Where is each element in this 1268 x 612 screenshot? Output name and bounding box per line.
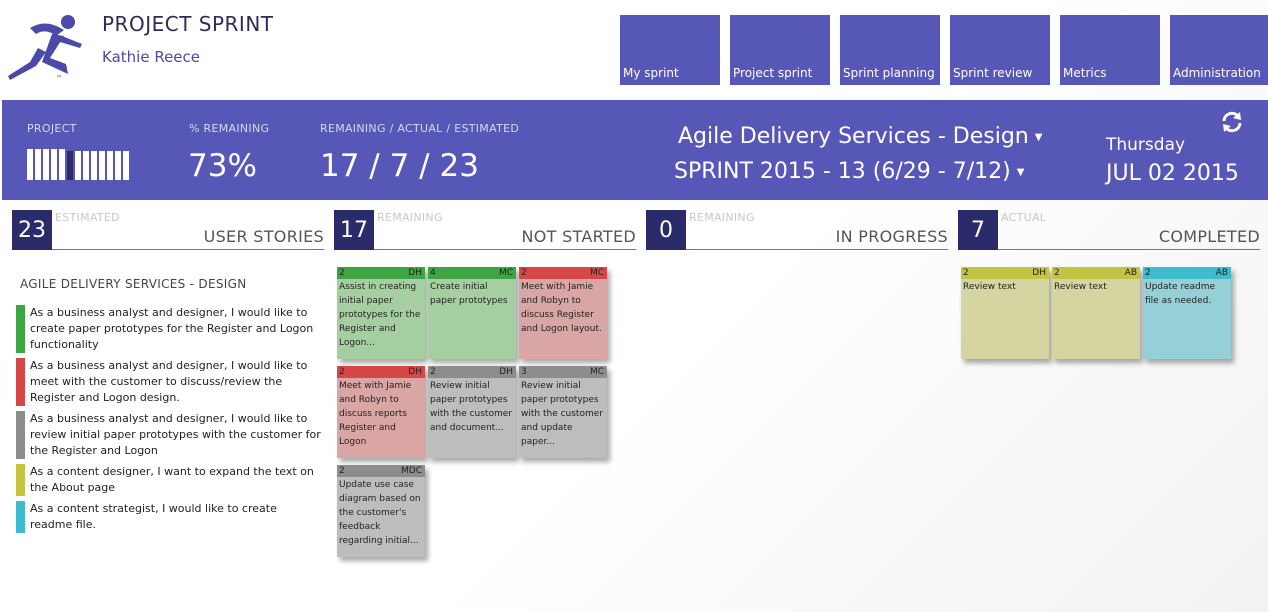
chevron-down-icon: ▼ <box>1016 166 1025 178</box>
task-owner: MDC <box>401 466 422 476</box>
task-points: 2 <box>339 367 345 377</box>
column-sub-label: REMAINING <box>689 211 755 224</box>
main-nav: My sprint Project sprint Sprint planning… <box>620 15 1268 85</box>
refresh-icon[interactable] <box>1220 110 1244 134</box>
story-color-bar <box>16 464 25 496</box>
story-item[interactable]: As a business analyst and designer, I wo… <box>16 305 321 353</box>
task-card[interactable]: 2 AB Review text <box>1052 267 1140 359</box>
task-owner: AB <box>1215 268 1228 278</box>
column-title: COMPLETED <box>1158 227 1260 246</box>
task-text: Review text <box>963 282 1016 292</box>
task-card[interactable]: 2 DH Review text <box>961 267 1049 359</box>
story-text: As a business analyst and designer, I wo… <box>30 359 308 404</box>
task-owner: MC <box>498 268 513 278</box>
story-text: As a content strategist, I would like to… <box>30 502 277 531</box>
task-points: 2 <box>1145 268 1151 278</box>
project-name: Agile Delivery Services - Design <box>678 124 1029 149</box>
sprint-selector[interactable]: SPRINT 2015 - 13 (6/29 - 7/12) ▼ <box>674 159 1024 184</box>
task-card[interactable]: 4 MC Create initial paper prototypes <box>428 267 516 359</box>
story-text: As a content designer, I want to expand … <box>30 465 314 494</box>
task-points: 2 <box>430 367 436 377</box>
runner-logo: ™ <box>8 15 82 82</box>
user-name[interactable]: Kathie Reece <box>102 48 200 66</box>
current-date: JUL 02 2015 <box>1106 161 1239 186</box>
task-card[interactable]: 2 DH Review initial paper prototypes with… <box>428 366 516 458</box>
story-item[interactable]: As a content strategist, I would like to… <box>16 501 321 533</box>
story-text: As a business analyst and designer, I wo… <box>30 306 314 351</box>
column-sub-label: ACTUAL <box>1001 211 1047 224</box>
nav-my-sprint[interactable]: My sprint <box>620 15 720 85</box>
task-text: Review initial paper prototypes with the… <box>430 381 512 433</box>
column-not-started: 17 REMAINING NOT STARTED <box>334 210 636 250</box>
story-item[interactable]: As a content designer, I want to expand … <box>16 464 321 496</box>
task-text: Review text <box>1054 282 1107 292</box>
task-owner: MC <box>589 268 604 278</box>
task-points: 2 <box>339 466 345 476</box>
task-points: 3 <box>521 367 527 377</box>
column-sub-label: ESTIMATED <box>55 211 120 224</box>
chevron-down-icon: ▼ <box>1034 131 1043 143</box>
nav-administration[interactable]: Administration <box>1170 15 1268 85</box>
task-points: 2 <box>521 268 527 278</box>
current-day: Thursday <box>1106 135 1186 155</box>
sprint-name: SPRINT 2015 - 13 (6/29 - 7/12) <box>674 159 1011 184</box>
svg-text:™: ™ <box>56 75 62 82</box>
column-title: USER STORIES <box>203 227 324 246</box>
column-user-stories: 23 ESTIMATED USER STORIES <box>12 210 324 250</box>
task-text: Create initial paper prototypes <box>430 282 508 306</box>
task-card[interactable]: 2 AB Update readme file as needed. <box>1143 267 1231 359</box>
task-card[interactable]: 2 DH Meet with Jamie and Robyn to discuss… <box>337 366 425 458</box>
task-card[interactable]: 3 MC Review initial paper prototypes with… <box>519 366 607 458</box>
task-owner: MC <box>589 367 604 377</box>
task-points: 2 <box>963 268 969 278</box>
nav-sprint-planning[interactable]: Sprint planning <box>840 15 940 85</box>
story-color-bar <box>16 358 25 406</box>
task-owner: DH <box>408 367 422 377</box>
rae-value: 17 / 7 / 23 <box>320 148 479 184</box>
nav-project-sprint[interactable]: Project sprint <box>730 15 830 85</box>
story-item[interactable]: As a business analyst and designer, I wo… <box>16 358 321 406</box>
task-points: 2 <box>339 268 345 278</box>
project-label: PROJECT <box>27 122 77 135</box>
task-card[interactable]: 2 MDC Update use case diagram based on th… <box>337 465 425 557</box>
column-count: 23 <box>12 210 52 250</box>
task-card[interactable]: 2 DH Assist in creating initial paper pro… <box>337 267 425 359</box>
column-count: 7 <box>958 210 998 250</box>
story-color-bar <box>16 305 25 353</box>
column-in-progress: 0 REMAINING IN PROGRESS <box>646 210 948 250</box>
nav-metrics[interactable]: Metrics <box>1060 15 1160 85</box>
remaining-pct-value: 73% <box>188 148 257 184</box>
stories-heading: AGILE DELIVERY SERVICES - DESIGN <box>20 277 247 291</box>
task-text: Update use case diagram based on the cus… <box>339 480 421 546</box>
remaining-pct-label: % REMAINING <box>189 122 270 135</box>
project-selector[interactable]: Agile Delivery Services - Design ▼ <box>678 124 1042 149</box>
column-sub-label: REMAINING <box>377 211 443 224</box>
task-points: 4 <box>430 268 436 278</box>
story-text: As a business analyst and designer, I wo… <box>30 412 321 457</box>
task-owner: DH <box>499 367 513 377</box>
task-text: Meet with Jamie and Robyn to discuss rep… <box>339 381 412 447</box>
task-points: 2 <box>1054 268 1060 278</box>
sprint-summary-banner: PROJECT % REMAINING 73% REMAINING / ACTU… <box>2 100 1268 200</box>
task-text: Meet with Jamie and Robyn to discuss Reg… <box>521 282 602 334</box>
task-owner: DH <box>1032 268 1046 278</box>
task-owner: DH <box>408 268 422 278</box>
rae-label: REMAINING / ACTUAL / ESTIMATED <box>320 122 520 135</box>
column-title: IN PROGRESS <box>835 227 948 246</box>
task-text: Review initial paper prototypes with the… <box>521 381 603 447</box>
story-color-bar <box>16 411 25 459</box>
task-card[interactable]: 2 MC Meet with Jamie and Robyn to discuss… <box>519 267 607 359</box>
story-item[interactable]: As a business analyst and designer, I wo… <box>16 411 321 459</box>
task-text: Assist in creating initial paper prototy… <box>339 282 421 348</box>
story-color-bar <box>16 501 25 533</box>
column-completed: 7 ACTUAL COMPLETED <box>958 210 1260 250</box>
column-title: NOT STARTED <box>521 227 636 246</box>
app-title: PROJECT SPRINT <box>102 12 274 36</box>
column-count: 17 <box>334 210 374 250</box>
task-owner: AB <box>1124 268 1137 278</box>
task-text: Update readme file as needed. <box>1145 282 1216 306</box>
nav-sprint-review[interactable]: Sprint review <box>950 15 1050 85</box>
project-progress-bars <box>27 143 129 180</box>
column-count: 0 <box>646 210 686 250</box>
